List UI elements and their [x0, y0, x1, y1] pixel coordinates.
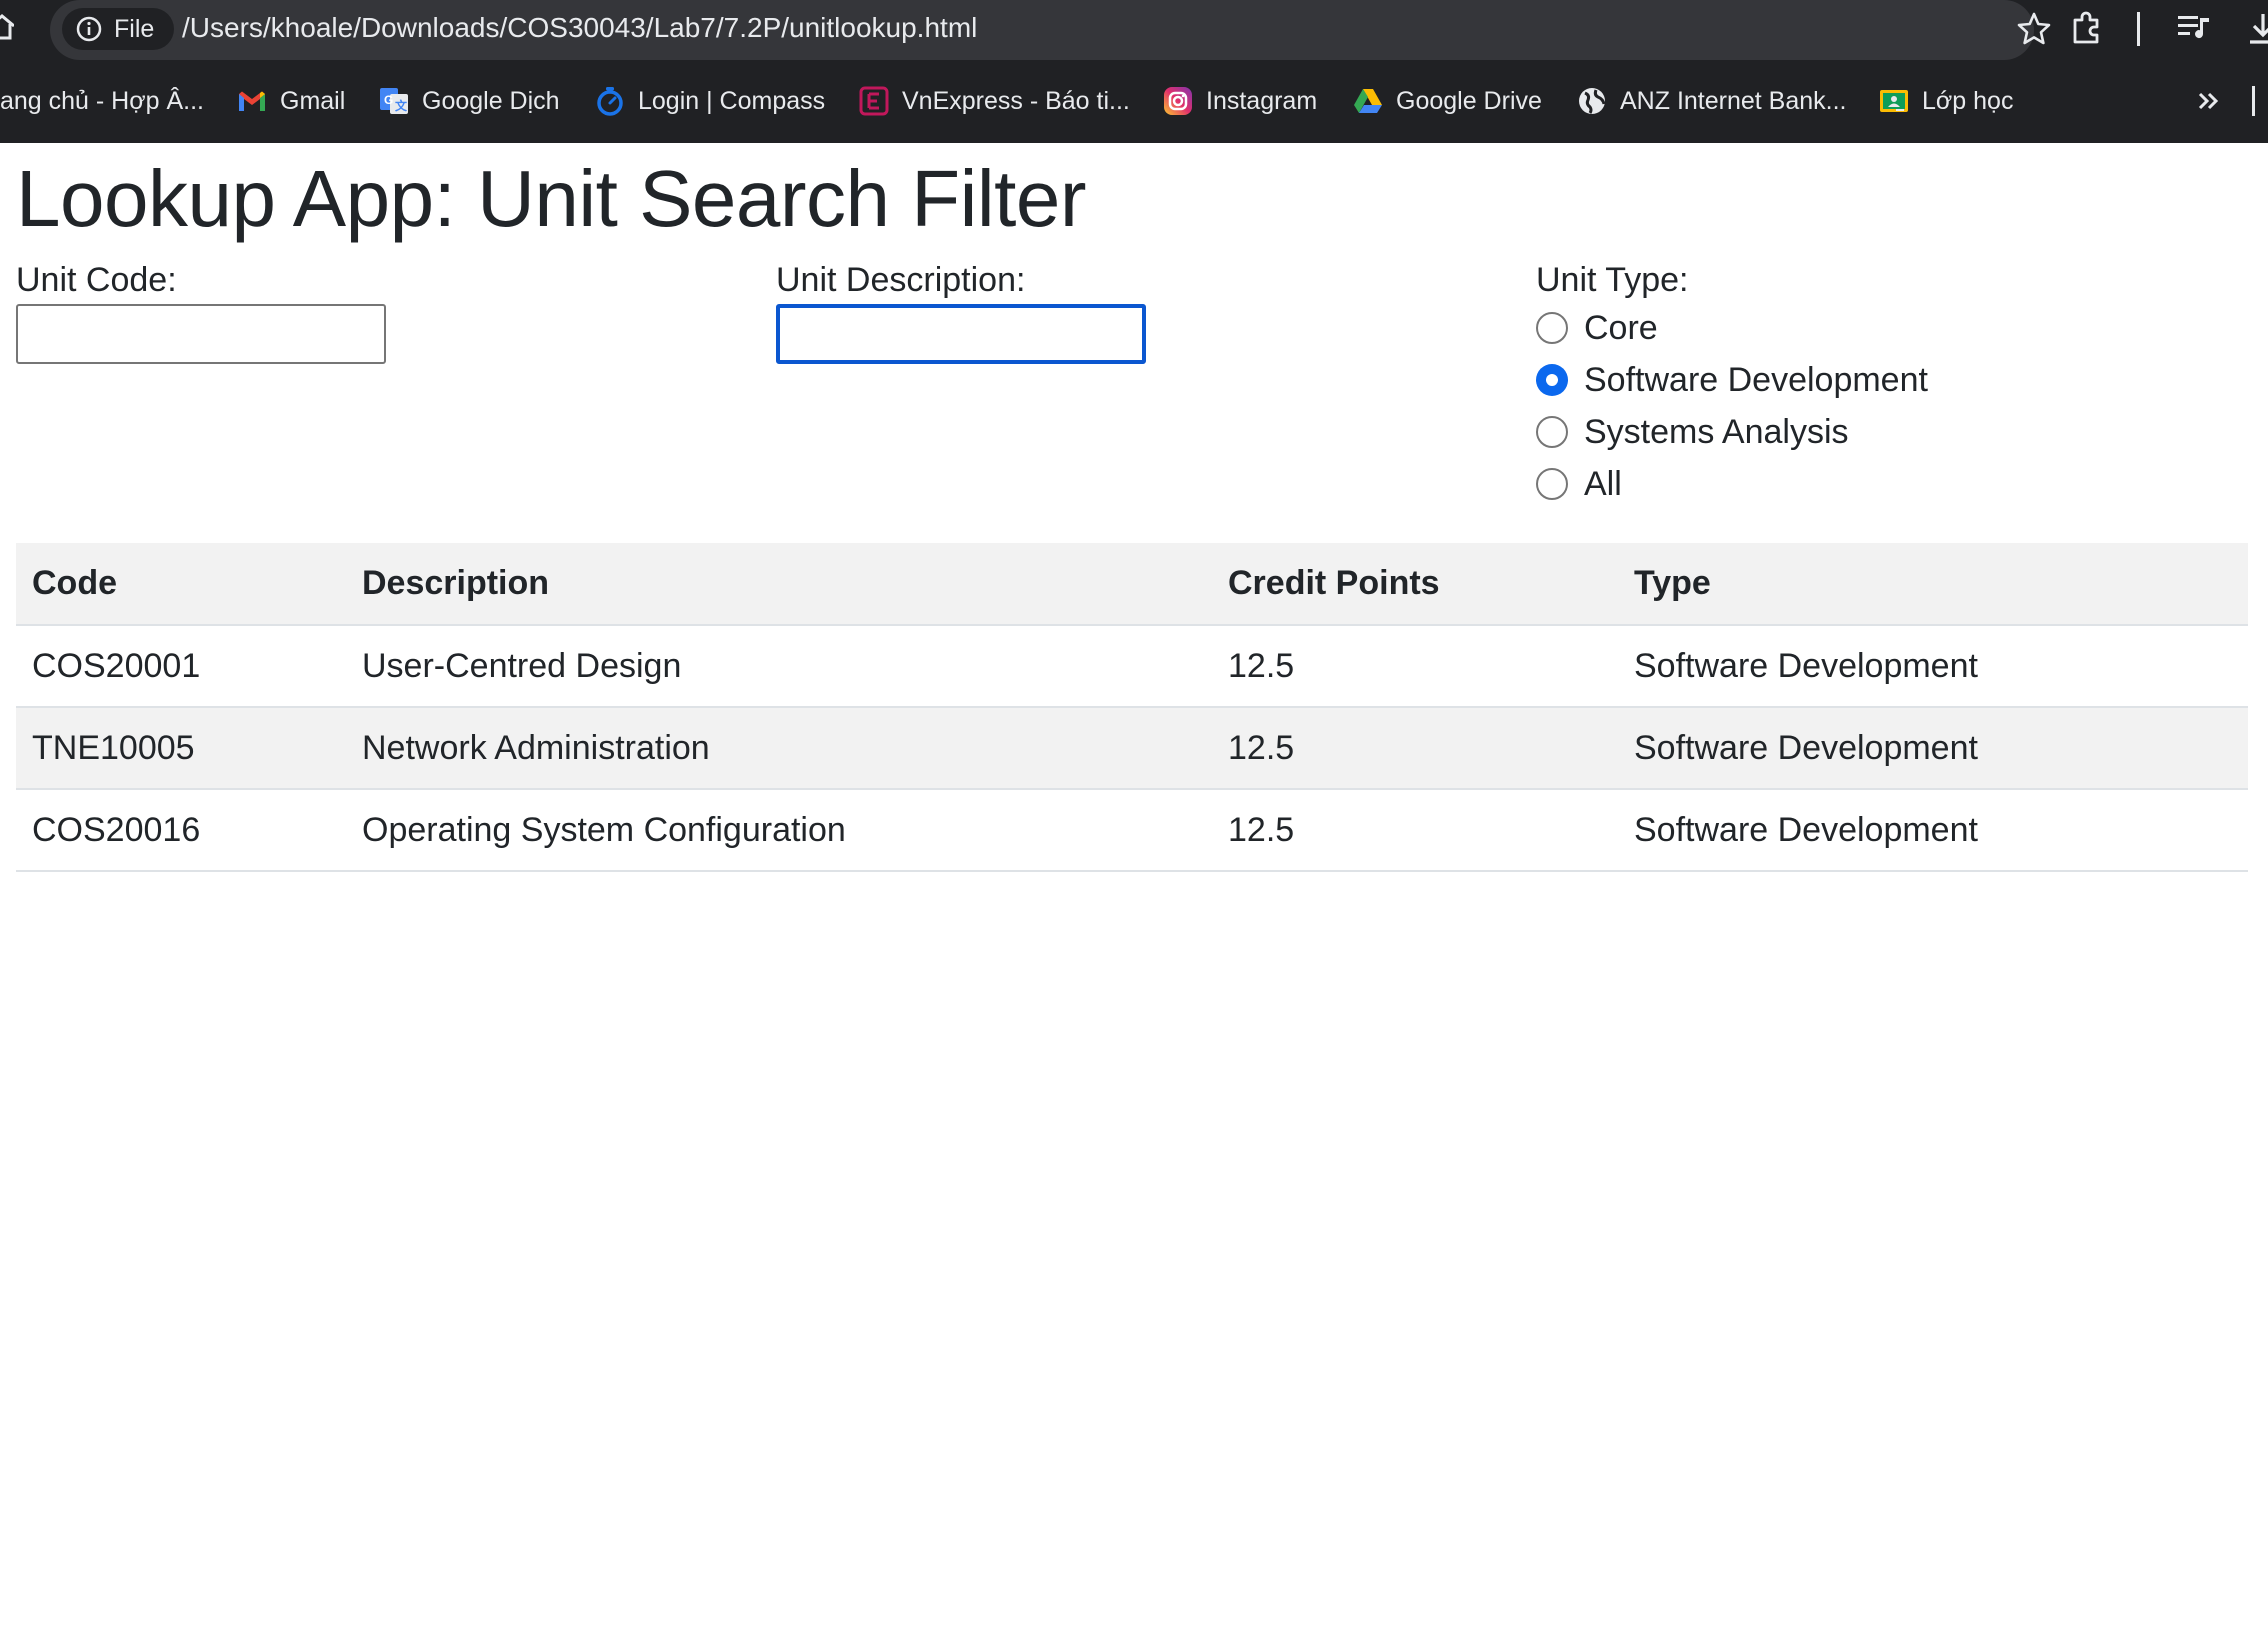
- info-icon: [76, 16, 102, 42]
- cell-credit-points: 12.5: [1228, 810, 1295, 849]
- cell-type: Software Development: [1634, 810, 1978, 849]
- svg-text:文: 文: [395, 98, 408, 113]
- radio-button[interactable]: [1536, 468, 1568, 500]
- radio-option-systems-analysis[interactable]: Systems Analysis: [1536, 412, 1849, 452]
- browser-chrome: File /Users/khoale/Downloads/COS30043/La…: [0, 0, 2268, 143]
- browser-toolbar: File /Users/khoale/Downloads/COS30043/La…: [0, 0, 2268, 60]
- radio-label: Software Development: [1584, 360, 1928, 399]
- table-row: TNE10005 Network Administration 12.5 Sof…: [16, 707, 2248, 789]
- cell-description: User-Centred Design: [362, 646, 682, 685]
- radio-option-core[interactable]: Core: [1536, 308, 1658, 348]
- bookmark-star-icon[interactable]: [2015, 10, 2053, 48]
- toolbar-divider: [2137, 12, 2140, 46]
- table-row: COS20016 Operating System Configuration …: [16, 789, 2248, 871]
- bookmark-label: Google Drive: [1396, 86, 1542, 115]
- unit-type-label: Unit Type:: [1536, 261, 1689, 299]
- radio-option-all[interactable]: All: [1536, 464, 1622, 504]
- page-title: Lookup App: Unit Search Filter: [16, 154, 1087, 243]
- cell-description: Operating System Configuration: [362, 810, 846, 849]
- bookmarks-bar: ang chủ - Hợp Â... Gmail G 文 Google Dịch: [0, 78, 2268, 124]
- radio-label: All: [1584, 464, 1622, 503]
- address-bar[interactable]: File /Users/khoale/Downloads/COS30043/La…: [50, 0, 2051, 60]
- google-classroom-icon: [1880, 90, 1908, 112]
- bookmark-label: Login | Compass: [638, 86, 826, 115]
- cell-credit-points: 12.5: [1228, 646, 1295, 685]
- header-code: Code: [32, 564, 117, 602]
- cell-credit-points: 12.5: [1228, 728, 1295, 767]
- table-row: COS20001 User-Centred Design 12.5 Softwa…: [16, 625, 2248, 707]
- gmail-icon: [239, 91, 265, 111]
- download-icon[interactable]: [2246, 10, 2268, 48]
- unit-description-label: Unit Description:: [776, 261, 1026, 299]
- radio-option-software-development[interactable]: Software Development: [1536, 360, 1928, 400]
- bookmarks-divider: [2252, 86, 2255, 116]
- unit-code-label: Unit Code:: [16, 261, 177, 299]
- compass-icon: [597, 87, 623, 116]
- site-info-chip[interactable]: File: [62, 8, 174, 50]
- cell-code: COS20016: [32, 810, 201, 849]
- header-credit-points: Credit Points: [1228, 564, 1440, 602]
- header-type: Type: [1634, 564, 1711, 602]
- cell-code: TNE10005: [32, 728, 195, 767]
- bookmark-label: Google Dịch: [422, 86, 560, 115]
- bookmark-item-google-translate[interactable]: G 文 Google Dịch: [378, 78, 560, 124]
- bookmark-item-gmail[interactable]: Gmail: [236, 78, 345, 124]
- cell-code: COS20001: [32, 646, 201, 685]
- unit-code-input[interactable]: [16, 304, 386, 364]
- bookmark-item-vnexpress[interactable]: VnExpress - Báo ti...: [858, 78, 1130, 124]
- bookmark-item-google-drive[interactable]: Google Drive: [1352, 78, 1542, 124]
- home-icon[interactable]: [0, 12, 14, 42]
- table-header-row: Code Description Credit Points Type: [16, 543, 2248, 625]
- cell-type: Software Development: [1634, 646, 1978, 685]
- site-chip-label: File: [114, 14, 155, 43]
- header-description: Description: [362, 564, 550, 602]
- bookmark-item-classroom[interactable]: Lớp học: [1878, 78, 2013, 124]
- units-table: Code Description Credit Points Type COS2…: [16, 543, 2248, 872]
- globe-icon: [1579, 88, 1606, 114]
- bookmark-item-compass[interactable]: Login | Compass: [594, 78, 825, 124]
- cell-description: Network Administration: [362, 728, 710, 767]
- bookmark-item-anz[interactable]: ANZ Internet Bank...: [1576, 78, 1847, 124]
- bookmark-label: Lớp học: [1922, 86, 2014, 115]
- radio-button[interactable]: [1536, 312, 1568, 344]
- svg-text:G: G: [384, 93, 393, 107]
- bookmark-label: ANZ Internet Bank...: [1620, 86, 1847, 115]
- bookmark-label: ang chủ - Hợp Â...: [0, 86, 204, 115]
- url-text[interactable]: /Users/khoale/Downloads/COS30043/Lab7/7.…: [182, 12, 977, 44]
- radio-button[interactable]: [1536, 416, 1568, 448]
- more-bookmarks-chevron-icon[interactable]: [2194, 86, 2224, 116]
- cell-type: Software Development: [1634, 728, 1978, 767]
- vnexpress-icon: [859, 86, 889, 116]
- bookmark-label: VnExpress - Báo ti...: [902, 86, 1130, 115]
- page-content: Lookup App: Unit Search Filter Unit Code…: [0, 143, 2268, 1642]
- instagram-icon: [1164, 87, 1192, 115]
- media-controls-icon[interactable]: [2176, 12, 2212, 44]
- bookmark-label: Gmail: [280, 86, 346, 115]
- radio-label: Core: [1584, 308, 1658, 347]
- bookmark-item-home[interactable]: ang chủ - Hợp Â...: [0, 78, 204, 124]
- extensions-icon[interactable]: [2069, 10, 2105, 46]
- bookmark-item-instagram[interactable]: Instagram: [1162, 78, 1317, 124]
- bookmark-label: Instagram: [1206, 86, 1318, 115]
- google-drive-icon: [1354, 89, 1382, 113]
- radio-button-checked[interactable]: [1536, 364, 1568, 396]
- google-translate-icon: G 文: [380, 88, 408, 114]
- unit-description-input[interactable]: [776, 304, 1146, 364]
- radio-label: Systems Analysis: [1584, 412, 1849, 451]
